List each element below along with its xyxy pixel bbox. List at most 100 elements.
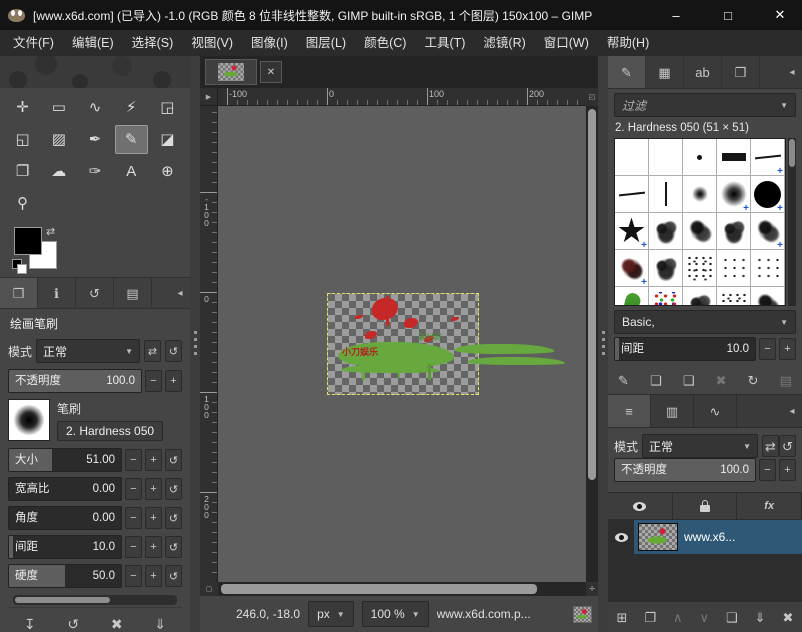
visibility-column-header[interactable] [608,493,673,519]
aspect-ratio-slider[interactable]: 宽高比0.00 [8,477,122,501]
hardness-increase-button[interactable]: + [145,565,162,587]
tool-options-tab[interactable]: ❒ [0,278,38,308]
duplicate-layer-button[interactable]: ❑ [726,611,738,624]
default-colors-icon[interactable] [12,259,27,273]
delete-tool-preset-button[interactable]: ✖ [111,617,123,631]
save-tool-preset-button[interactable]: ↧ [24,617,36,631]
spacing-reset-button[interactable]: ↺ [165,536,182,558]
tool-paths[interactable]: ✑ [78,157,111,186]
lock-column-header[interactable] [673,493,738,519]
fonts-tab[interactable]: ab [684,56,722,88]
menu-item-7[interactable]: 颜色(C) [355,30,415,56]
brushes-tab[interactable]: ✎ [608,56,646,88]
tool-eraser[interactable]: ◪ [151,125,184,154]
tool-crop[interactable]: ◲ [151,93,184,122]
brush-item[interactable] [751,250,785,287]
merge-down-button[interactable]: ⇓ [755,611,766,624]
brush-tag-select[interactable]: Basic, ▼ [614,310,796,334]
zoom-select[interactable]: 100 % ▼ [362,601,429,627]
spacing-increase-button[interactable]: + [145,536,162,558]
menu-item-9[interactable]: 滤镜(R) [474,30,534,56]
foreground-color-swatch[interactable] [14,227,42,255]
paint-mode-reset-button[interactable]: ↺ [165,340,182,362]
brush-item[interactable] [717,287,751,306]
brush-item[interactable] [615,176,649,213]
navigation-button[interactable]: ✛ [586,582,598,596]
refresh-brushes-button[interactable]: ↻ [748,374,759,387]
scrollbar-handle[interactable] [221,584,537,594]
brush-item[interactable]: + [751,213,785,250]
spacing-slider[interactable]: 间距10.0 [8,535,122,559]
zoom-follow-window-button[interactable]: ◰ [586,88,598,106]
hardness-decrease-button[interactable]: − [125,565,142,587]
tool-smudge[interactable]: ☁ [42,157,75,186]
menu-item-6[interactable]: 图层(L) [297,30,355,56]
brush-item[interactable]: + [751,139,785,176]
menu-item-2[interactable]: 编辑(E) [63,30,123,56]
aspect-ratio-reset-button[interactable]: ↺ [165,478,182,500]
aspect-ratio-decrease-button[interactable]: − [125,478,142,500]
tool-color-picker[interactable]: ⊕ [151,157,184,186]
brush-name-button[interactable]: 2. Hardness 050 [57,421,163,441]
brush-item[interactable] [615,287,649,306]
undo-history-tab[interactable]: ↺ [76,278,114,308]
tool-fuzzy-select[interactable]: ⚡ [115,93,148,122]
canvas-image[interactable]: 小刀娱乐 素材网 [327,293,479,395]
size-slider[interactable]: 大小51.00 [8,448,122,472]
canvas-viewport[interactable]: 小刀娱乐 素材网 [218,106,586,582]
brush-item[interactable] [683,213,717,250]
brush-selector-row[interactable]: 笔刷 2. Hardness 050 [8,399,182,441]
size-reset-button[interactable]: ↺ [165,449,182,471]
brush-item[interactable] [615,139,649,176]
reset-tool-options-button[interactable]: ⇓ [154,617,166,631]
close-button[interactable]: ✕ [758,0,802,30]
device-status-tab[interactable]: ℹ [38,278,76,308]
edit-brush-button[interactable]: ✎ [618,374,629,387]
canvas-vertical-scrollbar[interactable] [586,106,598,582]
layer-opacity-decrease-button[interactable]: − [759,459,776,481]
brush-item[interactable] [683,176,717,213]
layer-row[interactable]: www.x6... [608,520,802,554]
restore-tool-preset-button[interactable]: ↺ [67,617,79,631]
menu-item-11[interactable]: 帮助(H) [598,30,658,56]
tool-gradient[interactable]: ▨ [42,125,75,154]
ruler-origin-button[interactable]: ▶ [200,88,218,106]
tool-free-select[interactable]: ∿ [78,93,111,122]
hardness-slider[interactable]: 硬度50.0 [8,564,122,588]
canvas-horizontal-scrollbar[interactable] [218,582,586,596]
patterns-tab[interactable]: ▦ [646,56,684,88]
size-increase-button[interactable]: + [145,449,162,471]
new-layer-button[interactable]: ⊞ [616,611,627,624]
status-image-icon[interactable] [573,606,592,623]
scrollbar-handle[interactable] [588,109,596,480]
paths-tab[interactable]: ∿ [694,395,737,427]
menu-item-5[interactable]: 图像(I) [242,30,297,56]
panel-resize-handle-left[interactable] [190,56,200,632]
panel-resize-handle-right[interactable] [598,56,608,632]
paint-mode-switch-button[interactable]: ⇄ [144,340,161,362]
brush-item[interactable] [649,176,683,213]
angle-reset-button[interactable]: ↺ [165,507,182,529]
menu-item-10[interactable]: 窗口(W) [535,30,598,56]
brush-item[interactable]: + [615,213,649,250]
tool-unified-transform[interactable]: ◱ [6,125,39,154]
layer-visibility-toggle[interactable] [615,533,628,542]
brush-item[interactable] [751,287,785,306]
tool-opacity-increase-button[interactable]: + [165,370,182,392]
minimize-button[interactable]: – [654,0,698,30]
brush-item[interactable] [683,139,717,176]
brush-spacing-increase-button[interactable]: + [779,338,796,360]
duplicate-brush-button[interactable]: ❑ [683,374,695,387]
new-brush-button[interactable]: ❏ [650,374,662,387]
delete-layer-button[interactable]: ✖ [783,611,794,624]
swap-colors-icon[interactable]: ⇄ [46,225,55,238]
paint-mode-select[interactable]: 正常 ▼ [36,339,140,363]
brush-item[interactable]: + [615,250,649,287]
size-decrease-button[interactable]: − [125,449,142,471]
tool-options-scrollbar[interactable] [13,595,177,605]
menu-item-4[interactable]: 视图(V) [182,30,242,56]
brush-spacing-slider[interactable]: 间距10.0 [614,337,756,361]
panel-menu-button[interactable]: ◂ [782,56,802,88]
brush-list-scrollbar[interactable] [788,138,796,306]
brush-item[interactable] [649,213,683,250]
